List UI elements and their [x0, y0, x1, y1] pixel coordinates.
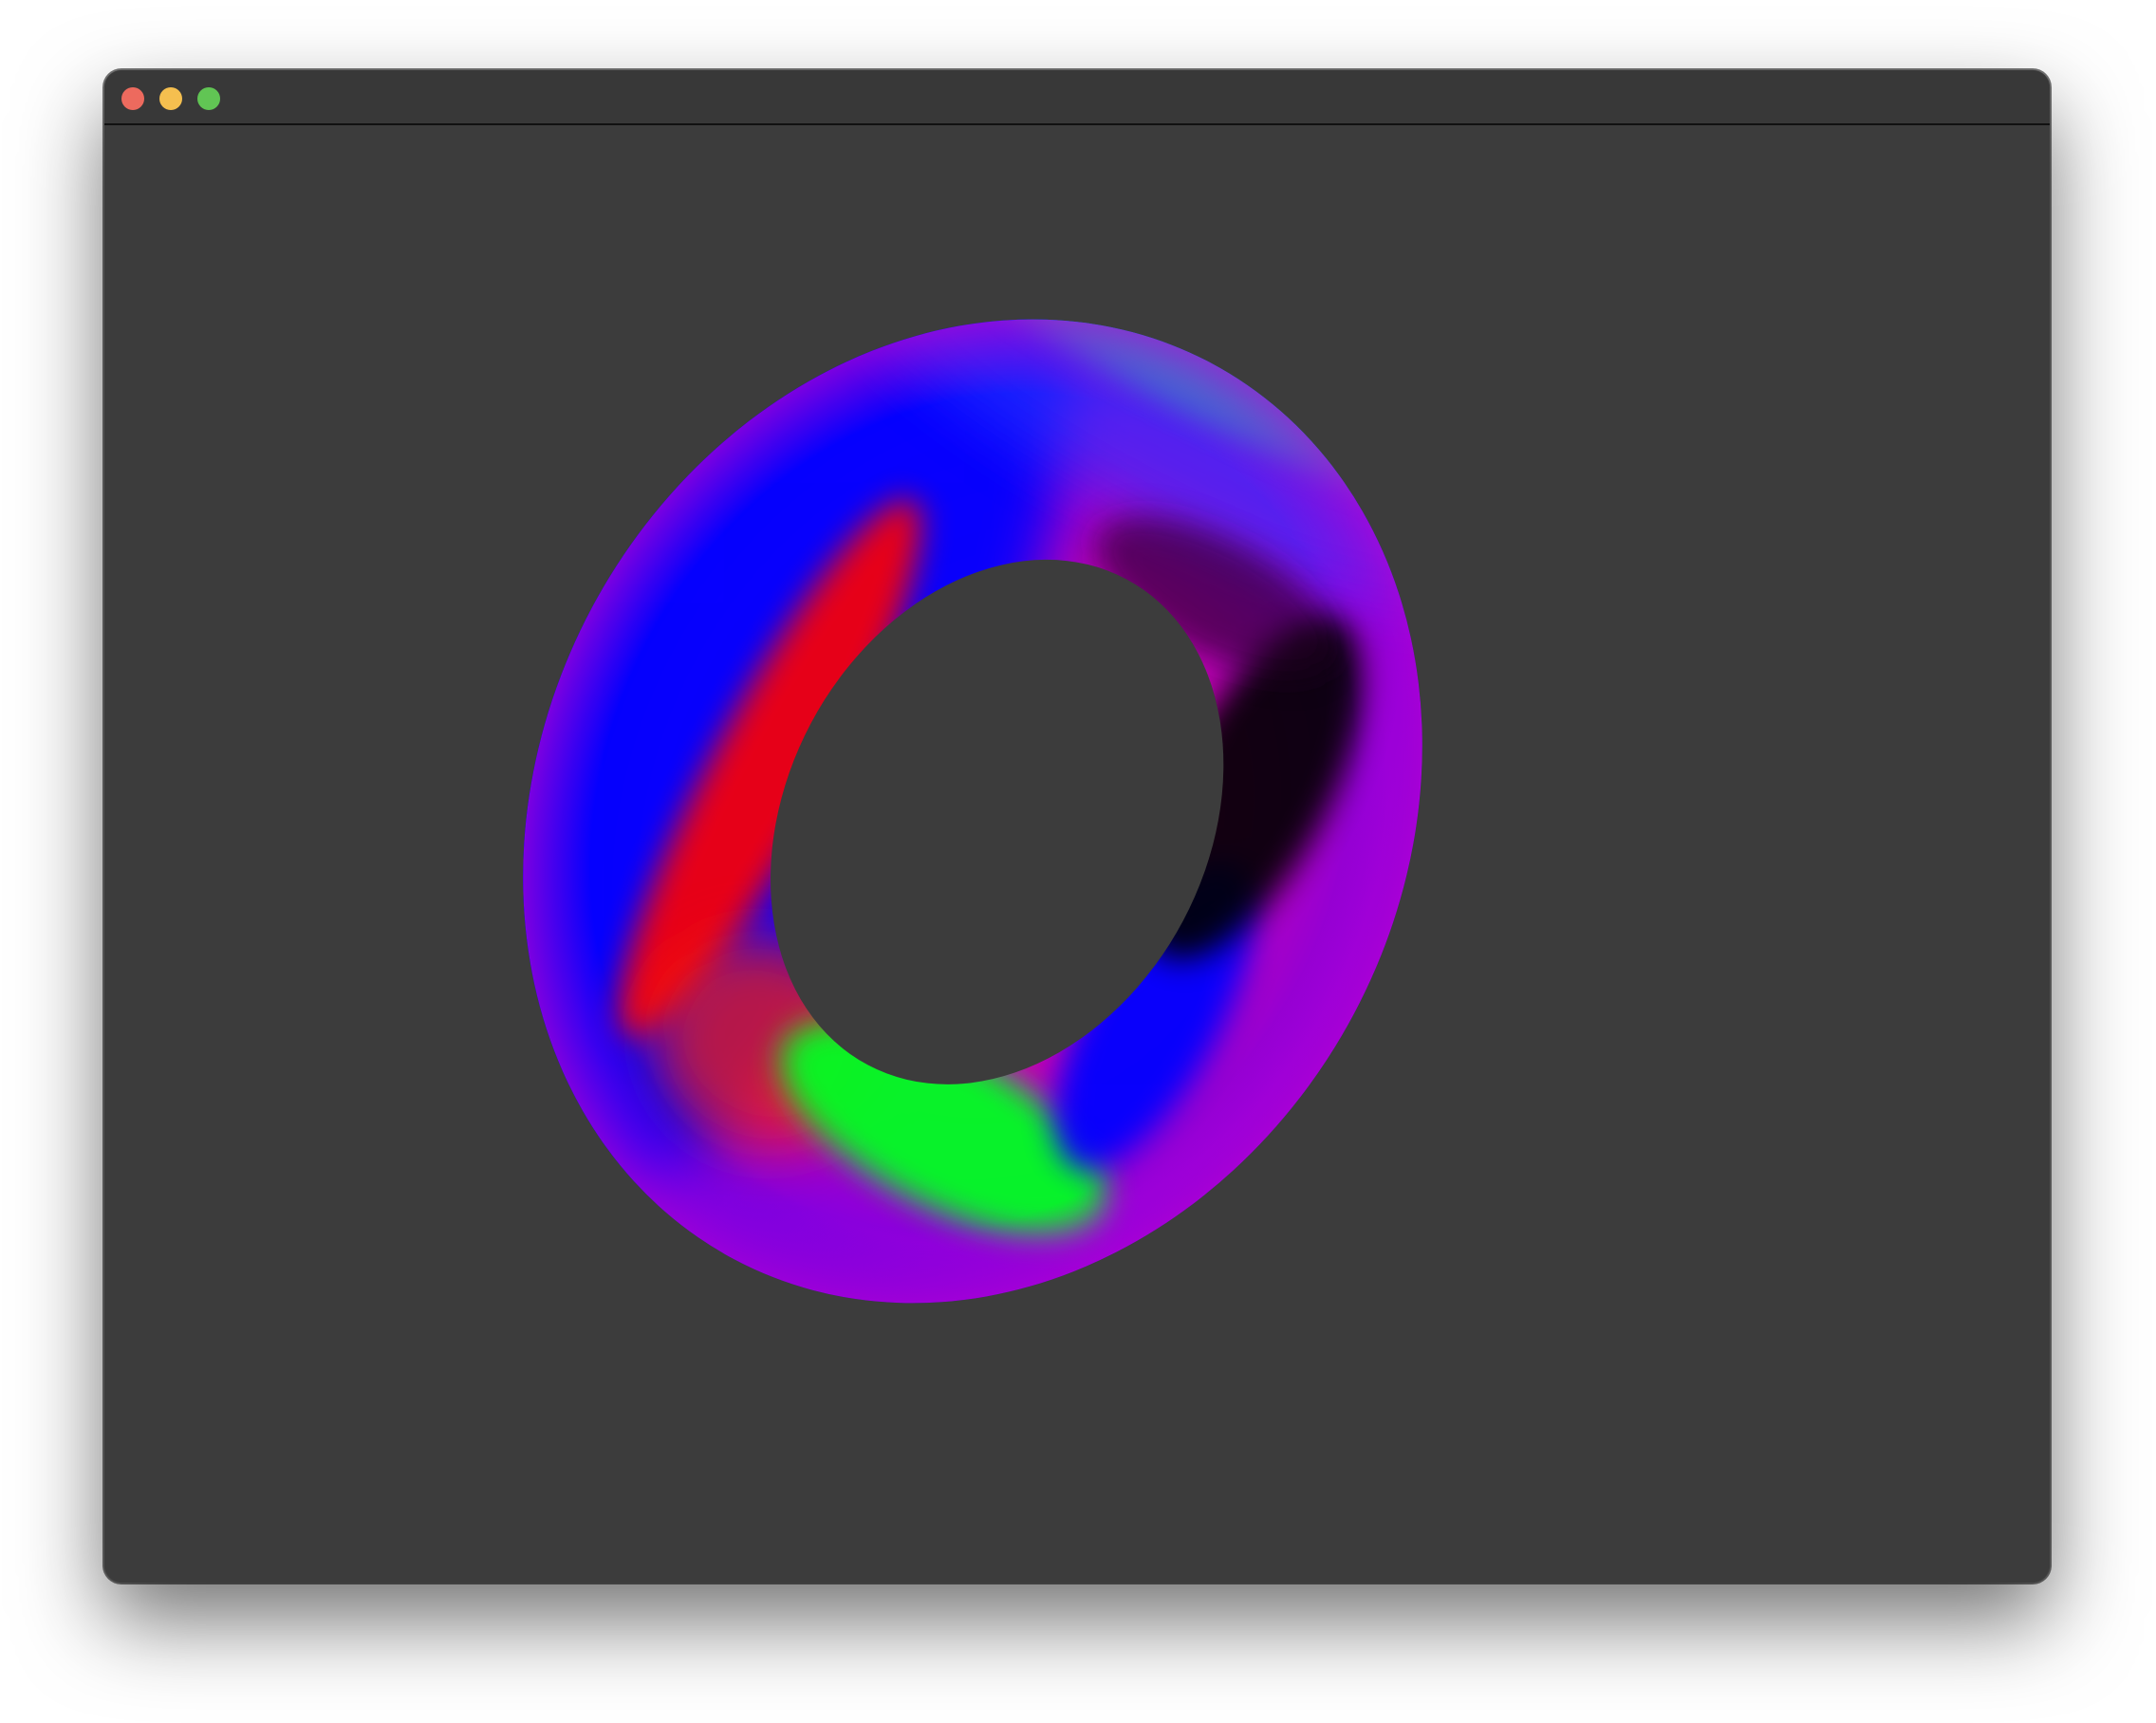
render-viewport[interactable] [104, 125, 2050, 1583]
app-window [104, 70, 2050, 1583]
zoom-button[interactable] [197, 87, 220, 110]
title-bar[interactable] [104, 70, 2050, 125]
close-button[interactable] [121, 87, 144, 110]
torus-canvas[interactable] [104, 125, 2050, 1583]
torus-shape [353, 160, 1526, 1304]
minimize-button[interactable] [159, 87, 182, 110]
